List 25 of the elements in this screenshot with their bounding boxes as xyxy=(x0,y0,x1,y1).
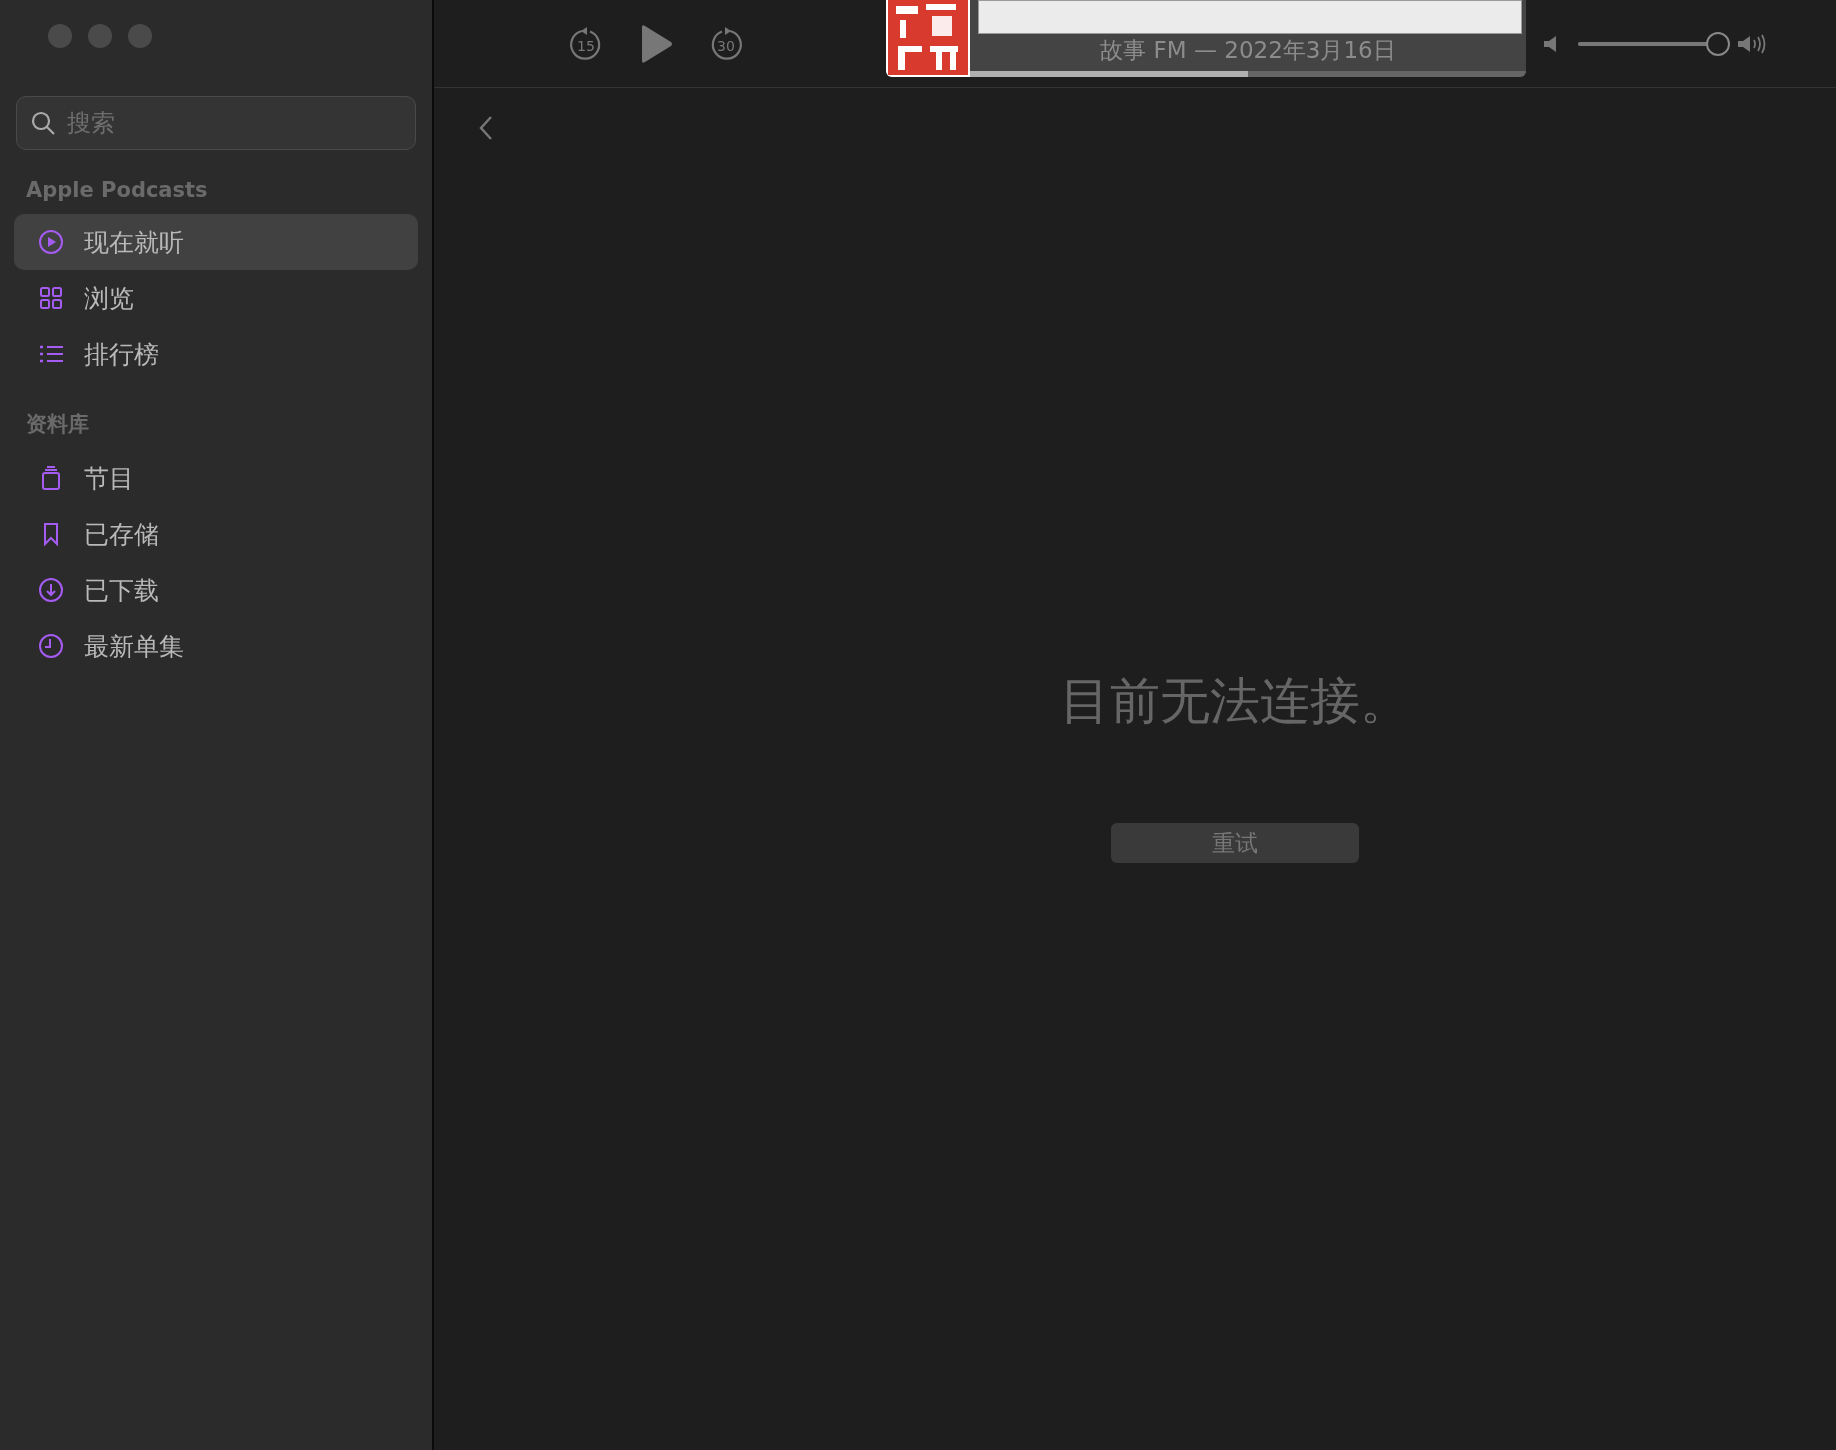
volume-high-icon xyxy=(1738,33,1766,54)
episode-title: 故事 FM — 2022年3月16日 xyxy=(1099,36,1397,65)
sidebar-item[interactable]: 现在就听 xyxy=(14,214,418,270)
sidebar-item[interactable]: 最新单集 xyxy=(14,618,418,674)
sidebar-item[interactable]: 浏览 xyxy=(14,270,418,326)
play-circle-icon xyxy=(38,229,64,255)
close-button[interactable] xyxy=(48,24,72,48)
skip-back-button[interactable]: 15 xyxy=(568,25,604,62)
grid-icon xyxy=(38,285,64,311)
search-field[interactable]: 搜索 xyxy=(16,96,416,150)
sidebar-item[interactable]: 已存储 xyxy=(14,506,418,562)
error-message: 目前无法连接。 xyxy=(1060,671,1410,732)
minimize-button[interactable] xyxy=(88,24,112,48)
download-icon xyxy=(38,577,64,603)
sidebar-item[interactable]: 已下载 xyxy=(14,562,418,618)
progress-bar[interactable] xyxy=(970,71,1526,77)
skip-forward-button[interactable]: 30 xyxy=(708,25,744,62)
clock-icon xyxy=(38,633,64,659)
section-header: Apple Podcasts xyxy=(25,178,209,202)
sidebar-item[interactable]: 排行榜 xyxy=(14,326,418,382)
section-header: 资料库 xyxy=(25,411,90,438)
zoom-button[interactable] xyxy=(128,24,152,48)
volume-low-icon xyxy=(1544,34,1558,53)
sidebar-item[interactable]: 节目 xyxy=(14,450,418,506)
back-button[interactable] xyxy=(478,114,494,142)
